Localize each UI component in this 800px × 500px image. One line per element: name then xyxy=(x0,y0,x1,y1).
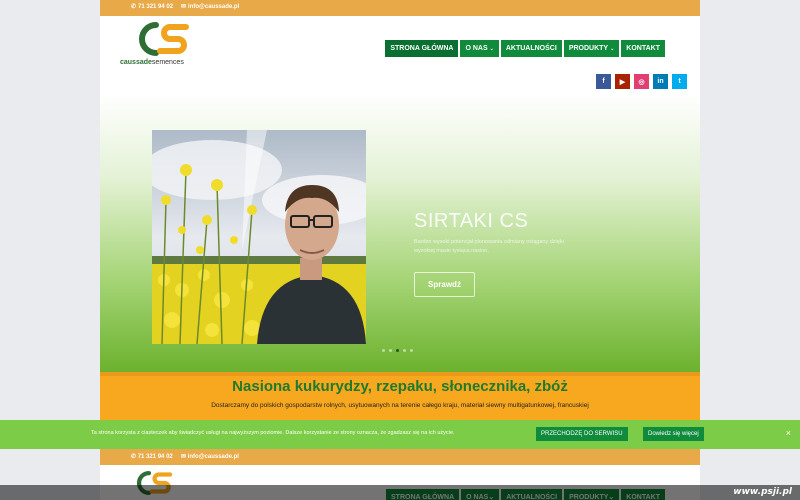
cookie-message: Ta strona korzysta z ciasteczek aby świa… xyxy=(91,430,455,436)
slider-dot-4[interactable] xyxy=(403,349,406,352)
nav-item-label: KONTAKT xyxy=(626,45,660,52)
chevron-down-icon: ⌄ xyxy=(489,46,494,52)
logo-mark-icon xyxy=(139,22,189,56)
nav-item-label: AKTUALNOŚCI xyxy=(505,45,557,52)
nav-item-o-nas[interactable]: O NAS ⌄ xyxy=(460,40,499,57)
slider-dot-2[interactable] xyxy=(389,349,392,352)
phone-number: 71 321 94 02 xyxy=(138,3,174,10)
cookie-accept-button[interactable]: PRZECHODZĘ DO SERWISU xyxy=(536,427,628,441)
nav-item-label: PRODUKTY xyxy=(568,45,609,52)
slide-photo xyxy=(152,130,366,344)
intro-heading: Nasiona kukurydzy, rzepaku, słonecznika,… xyxy=(232,378,568,395)
cookie-close-icon[interactable]: × xyxy=(786,428,791,438)
linkedin-icon[interactable]: in xyxy=(653,74,668,89)
chevron-down-icon: ⌄ xyxy=(610,46,615,52)
nav-item-label: STRONA GŁÓWNA xyxy=(390,45,454,52)
site-logo[interactable]: caussadesemences xyxy=(120,19,210,69)
main-nav: STRONA GŁÓWNA O NAS ⌄ AKTUALNOŚCI PRODUKTY ⌄ K… xyxy=(385,40,665,57)
instagram-icon[interactable]: ◎ xyxy=(634,74,649,89)
sticky-top-bar: ✆ 71 321 94 02 ✉ info@caussade.pl xyxy=(100,449,700,465)
top-bar: ✆ 71 321 94 02 ✉ info@caussade.pl xyxy=(100,0,700,16)
bottom-shade xyxy=(0,485,800,500)
slide-description: Bardzo wysoki potencjał plonowania odmia… xyxy=(414,239,564,254)
nav-item-aktualnosci[interactable]: AKTUALNOŚCI xyxy=(500,40,562,57)
watermark: www.psji.pl xyxy=(733,487,792,497)
slide-cta-button[interactable]: Sprawdź xyxy=(414,272,475,297)
email-link[interactable]: ✉ info@caussade.pl xyxy=(181,3,240,11)
slider-dot-3[interactable] xyxy=(396,349,399,352)
phone-link[interactable]: ✆ 71 321 94 02 xyxy=(131,3,174,11)
hero-slider: SIRTAKI CS Bardzo wysoki potencjał plono… xyxy=(100,94,700,372)
logo-wordmark: caussadesemences xyxy=(120,59,184,66)
slider-dot-5[interactable] xyxy=(410,349,413,352)
cookie-more-button[interactable]: Dowiedz się więcej xyxy=(643,427,704,441)
slider-pagination xyxy=(382,349,413,352)
nav-item-label: O NAS xyxy=(465,45,488,52)
sticky-phone-link[interactable]: ✆ 71 321 94 02 xyxy=(131,453,173,460)
nav-item-produkty[interactable]: PRODUKTY ⌄ xyxy=(563,40,620,57)
slide-title: SIRTAKI CS xyxy=(414,210,529,232)
email-address: info@caussade.pl xyxy=(188,3,240,10)
phone-icon: ✆ xyxy=(131,4,137,10)
social-links: f ▶ ◎ in t xyxy=(596,74,687,89)
twitter-icon[interactable]: t xyxy=(672,74,687,89)
site-header: caussadesemences STRONA GŁÓWNA O NAS ⌄ AKTU… xyxy=(100,16,700,69)
intro-text: Dostarczamy do polskich gospodarstw roln… xyxy=(211,402,589,409)
facebook-icon[interactable]: f xyxy=(596,74,611,89)
nav-item-kontakt[interactable]: KONTAKT xyxy=(621,40,665,57)
youtube-icon[interactable]: ▶ xyxy=(615,74,630,89)
mail-icon: ✉ xyxy=(181,4,187,10)
nav-item-strona-glowna[interactable]: STRONA GŁÓWNA xyxy=(385,40,459,57)
slider-dot-1[interactable] xyxy=(382,349,385,352)
cookie-banner: Ta strona korzysta z ciasteczek aby świa… xyxy=(0,420,800,449)
sticky-email-link[interactable]: ✉ info@caussade.pl xyxy=(181,453,239,460)
band-stripe xyxy=(100,372,700,376)
